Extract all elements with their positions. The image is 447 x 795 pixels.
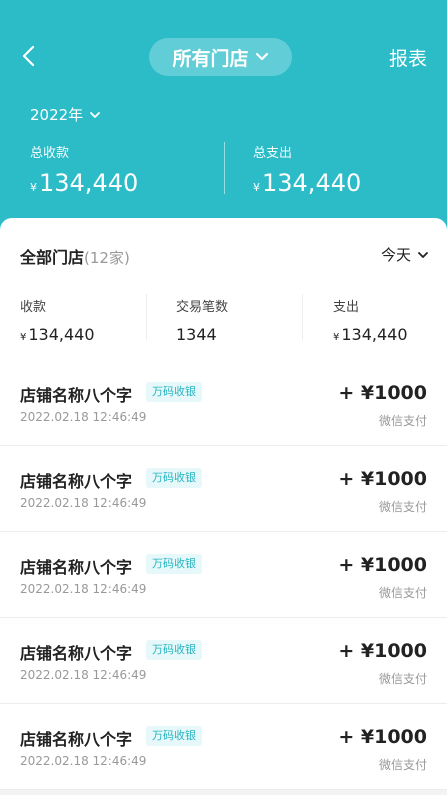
currency-symbol: ¥ — [20, 332, 27, 343]
payment-method: 微信支付 — [378, 758, 427, 772]
transaction-row[interactable]: 店铺名称八个字 万码收银 2022.02.18 12:46:49 + ¥1000… — [0, 446, 447, 532]
expense-label: 支出 — [333, 300, 360, 315]
total-expense: 总支出 ¥ 134,440 — [253, 142, 361, 197]
payment-method: 微信支付 — [378, 500, 427, 514]
store-selector-label: 所有门店 — [172, 47, 249, 70]
transaction-time: 2022.02.18 12:46:49 — [20, 668, 147, 682]
stat-divider — [302, 294, 303, 340]
total-expense-label: 总支出 — [253, 146, 293, 161]
channel-tag: 万码收银 — [146, 468, 202, 488]
total-income-amount: 134,440 — [39, 169, 139, 197]
transaction-row[interactable]: 店铺名称八个字 万码收银 2022.02.18 12:46:49 + ¥1000… — [0, 532, 447, 618]
summary-title: 全部门店(12家) — [20, 244, 130, 268]
currency-symbol: ¥ — [30, 181, 37, 194]
transaction-amount: + ¥1000 — [338, 468, 427, 490]
expense-value: ¥ 134,440 — [333, 325, 408, 344]
channel-tag: 万码收银 — [146, 554, 202, 574]
header: 所有门店 报表 2022年 总收款 ¥ 134,440 总支出 ¥ 134,44… — [0, 0, 447, 240]
year-label: 2022年 — [30, 106, 84, 124]
store-selector[interactable]: 所有门店 — [149, 38, 292, 76]
payment-method: 微信支付 — [378, 414, 427, 428]
transaction-amount: + ¥1000 — [338, 726, 427, 748]
currency-symbol: ¥ — [253, 181, 260, 194]
transaction-row[interactable]: 店铺名称八个字 万码收银 2022.02.18 12:46:49 + ¥1000… — [0, 618, 447, 704]
store-name: 店铺名称八个字 — [20, 644, 133, 663]
summary-title-text: 全部门店 — [20, 248, 85, 267]
transaction-row[interactable]: 店铺名称八个字 万码收银 2022.02.18 12:46:49 + ¥1000… — [0, 704, 447, 790]
tx-count-label: 交易笔数 — [176, 300, 229, 315]
payment-method: 微信支付 — [378, 672, 427, 686]
back-button[interactable] — [14, 42, 42, 70]
total-expense-amount: 134,440 — [262, 169, 362, 197]
total-income-value: ¥ 134,440 — [30, 169, 138, 197]
report-button[interactable]: 报表 — [389, 44, 427, 71]
payment-method: 微信支付 — [378, 586, 427, 600]
date-filter-label: 今天 — [380, 246, 411, 264]
chevron-down-icon — [255, 52, 268, 61]
store-count: (12家) — [84, 249, 130, 267]
transaction-amount: + ¥1000 — [338, 382, 427, 404]
transaction-row[interactable]: 店铺名称八个字 万码收银 2022.02.18 12:46:49 + ¥1000… — [0, 360, 447, 446]
store-name: 店铺名称八个字 — [20, 386, 133, 405]
transaction-list: 店铺名称八个字 万码收银 2022.02.18 12:46:49 + ¥1000… — [0, 360, 447, 790]
back-arrow-icon — [22, 45, 35, 67]
income-value: ¥ 134,440 — [20, 325, 95, 344]
store-name: 店铺名称八个字 — [20, 558, 133, 577]
income-amount: 134,440 — [28, 325, 95, 344]
store-name: 店铺名称八个字 — [20, 472, 133, 491]
channel-tag: 万码收银 — [146, 726, 202, 746]
store-name: 店铺名称八个字 — [20, 730, 133, 749]
currency-symbol: ¥ — [333, 332, 340, 343]
expense-stat: 支出 ¥ 134,440 — [333, 296, 408, 344]
year-selector[interactable]: 2022年 — [30, 104, 101, 125]
summary-card: 全部门店(12家) 今天 收款 ¥ 134,440 交易笔数 1344 支出 ¥… — [0, 218, 447, 360]
channel-tag: 万码收银 — [146, 382, 202, 402]
expense-amount: 134,440 — [341, 325, 408, 344]
transaction-time: 2022.02.18 12:46:49 — [20, 410, 147, 424]
chevron-down-icon — [90, 111, 101, 118]
chevron-down-icon — [418, 251, 428, 258]
tx-count-stat: 交易笔数 1344 — [176, 296, 228, 344]
tx-count-value: 1344 — [176, 325, 217, 344]
income-stat: 收款 ¥ 134,440 — [20, 296, 95, 344]
transaction-time: 2022.02.18 12:46:49 — [20, 754, 147, 768]
transaction-time: 2022.02.18 12:46:49 — [20, 582, 147, 596]
date-filter[interactable]: 今天 — [381, 244, 429, 265]
total-income: 总收款 ¥ 134,440 — [30, 142, 138, 197]
header-divider — [224, 142, 225, 194]
total-expense-value: ¥ 134,440 — [253, 169, 361, 197]
stat-divider — [146, 294, 147, 340]
income-label: 收款 — [20, 300, 47, 315]
transaction-time: 2022.02.18 12:46:49 — [20, 496, 147, 510]
transaction-amount: + ¥1000 — [338, 554, 427, 576]
transaction-amount: + ¥1000 — [338, 640, 427, 662]
channel-tag: 万码收银 — [146, 640, 202, 660]
total-income-label: 总收款 — [30, 146, 70, 161]
